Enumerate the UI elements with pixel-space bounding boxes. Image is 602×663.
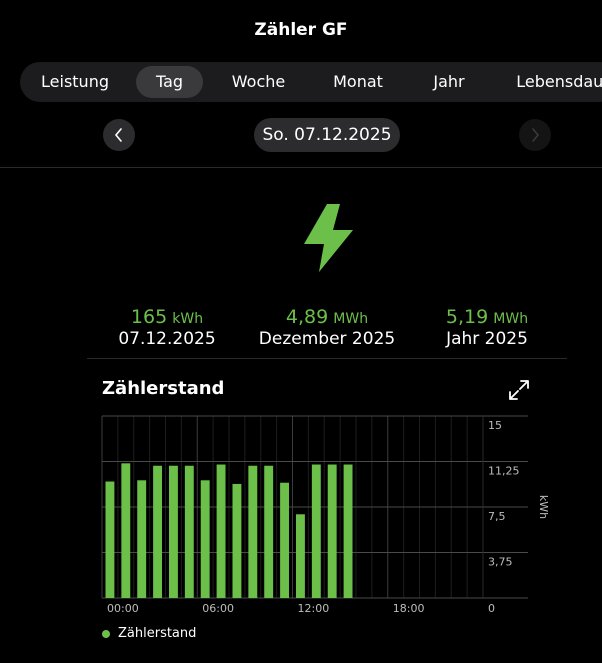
bar xyxy=(264,465,274,598)
bar xyxy=(232,483,242,598)
page-title: Zähler GF xyxy=(254,20,348,40)
bar xyxy=(168,465,178,598)
tab-lebensdauer[interactable]: Lebensdauer xyxy=(508,66,602,98)
period-tab-bar: Leistung Tag Woche Monat Jahr Lebensdaue… xyxy=(20,62,602,102)
bar xyxy=(184,465,194,598)
stat-day-unit: kWh xyxy=(172,311,204,327)
legend-label: Zählerstand xyxy=(118,626,197,641)
x-tick-label: 00:00 xyxy=(107,602,139,615)
date-navigation: So. 07.12.2025 xyxy=(0,117,602,153)
chart-legend: Zählerstand xyxy=(102,626,196,641)
stat-year: 5,19 MWh Jahr 2025 xyxy=(427,306,547,349)
lightning-bolt-icon xyxy=(304,204,353,272)
expand-icon[interactable] xyxy=(508,379,530,401)
legend-marker xyxy=(102,629,110,638)
y-tick-label: 7,5 xyxy=(488,510,506,523)
y-tick-label: 3,75 xyxy=(488,556,513,569)
stat-year-label: Jahr 2025 xyxy=(446,329,528,349)
stat-month: 4,89 MWh Dezember 2025 xyxy=(252,306,402,349)
chart-title: Zählerstand xyxy=(102,378,225,399)
y-axis-label: kWh xyxy=(537,495,550,519)
previous-day-button[interactable] xyxy=(103,119,135,151)
x-tick-label: 18:00 xyxy=(393,602,425,615)
y-tick-label: 15 xyxy=(488,419,502,432)
y-tick-label: 11,25 xyxy=(488,465,520,478)
zaehlerstand-chart: 15 11,25 7,5 3,75 0 kWh 00:00 06:00 12:00 18:00 xyxy=(101,415,550,615)
current-date[interactable]: So. 07.12.2025 xyxy=(254,118,400,152)
tab-jahr[interactable]: Jahr xyxy=(418,66,480,98)
tab-leistung[interactable]: Leistung xyxy=(25,66,125,98)
bar xyxy=(137,480,147,598)
x-tick-label: 12:00 xyxy=(298,602,330,615)
bar xyxy=(248,465,258,598)
bar xyxy=(280,482,290,598)
divider xyxy=(0,167,602,168)
bar xyxy=(327,464,337,598)
tab-tag[interactable]: Tag xyxy=(136,66,203,98)
stat-day-value: 165 xyxy=(130,306,168,328)
divider xyxy=(87,358,567,359)
bar xyxy=(105,481,115,598)
stat-month-label: Dezember 2025 xyxy=(258,329,396,349)
stat-day: 165 kWh 07.12.2025 xyxy=(102,306,232,349)
stat-year-value: 5,19 xyxy=(445,306,489,328)
y-tick-label: 0 xyxy=(488,602,495,615)
bar xyxy=(153,465,163,598)
stat-month-unit: MWh xyxy=(333,311,369,327)
next-day-button[interactable] xyxy=(519,119,551,151)
tab-woche[interactable]: Woche xyxy=(216,66,301,98)
tab-monat[interactable]: Monat xyxy=(316,66,400,98)
bar xyxy=(121,463,131,598)
chevron-right-icon xyxy=(532,128,540,142)
stat-month-value: 4,89 xyxy=(285,306,329,328)
x-tick-label: 06:00 xyxy=(202,602,234,615)
bar xyxy=(295,514,305,598)
bar xyxy=(216,464,226,598)
chevron-left-icon xyxy=(114,128,122,142)
bar xyxy=(343,464,353,598)
bar xyxy=(200,480,210,598)
stat-year-unit: MWh xyxy=(493,311,529,327)
bar xyxy=(311,464,321,598)
stat-day-label: 07.12.2025 xyxy=(118,329,216,349)
